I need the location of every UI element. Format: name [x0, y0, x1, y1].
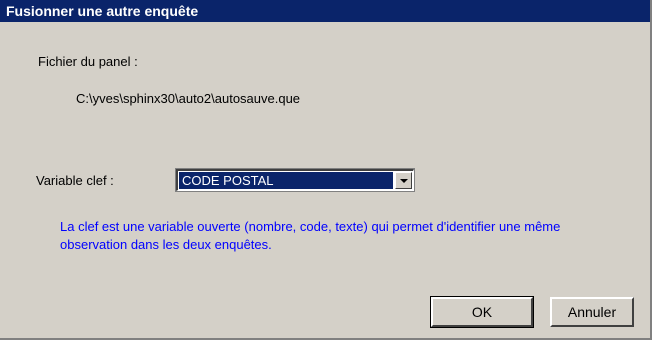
dropdown-button[interactable] [395, 172, 412, 189]
cancel-button[interactable]: Annuler [550, 297, 634, 327]
key-variable-label: Variable clef : [36, 173, 114, 188]
dialog-title: Fusionner une autre enquête [0, 0, 650, 22]
key-info-text: La clef est une variable ouverte (nombre… [60, 219, 561, 252]
panel-file-label: Fichier du panel : [38, 54, 138, 69]
key-variable-select[interactable]: CODE POSTAL [175, 168, 415, 192]
ok-button[interactable]: OK [430, 296, 534, 328]
panel-file-path: C:\yves\sphinx30\auto2\autosauve.que [76, 91, 301, 106]
merge-survey-dialog: Fusionner une autre enquête Fichier du p… [0, 0, 652, 340]
key-variable-value: CODE POSTAL [179, 172, 393, 189]
chevron-down-icon [400, 179, 408, 183]
